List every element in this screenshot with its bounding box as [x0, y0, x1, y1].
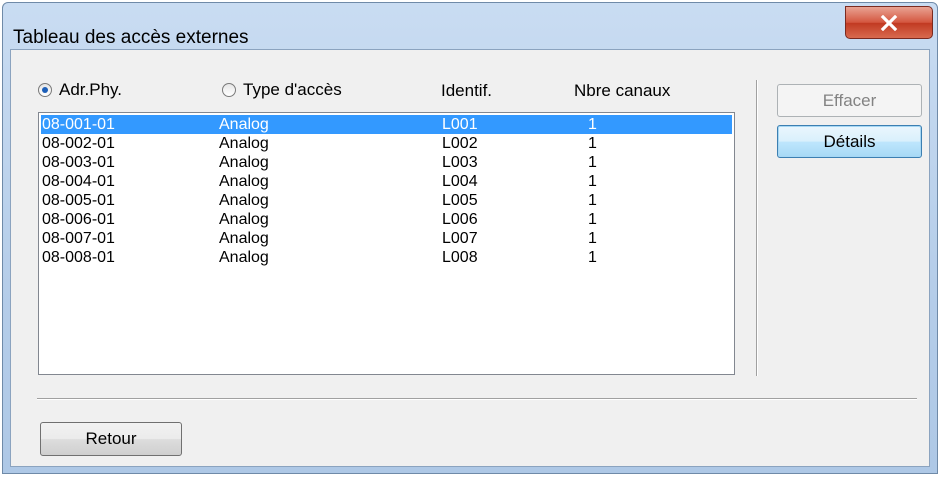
cell-identif: L001 — [442, 116, 478, 133]
cell-adr-phy: 08-002-01 — [42, 135, 115, 152]
cell-adr-phy: 08-001-01 — [42, 116, 115, 133]
list-item[interactable]: 08-008-01 Analog L008 1 — [41, 248, 732, 267]
cell-type-acces: Analog — [219, 135, 269, 152]
column-header-nbre-canaux: Nbre canaux — [574, 81, 671, 100]
retour-button[interactable]: Retour — [40, 422, 182, 456]
list-item[interactable]: 08-001-01 Analog L001 1 — [41, 115, 732, 134]
list-item[interactable]: 08-004-01 Analog L004 1 — [41, 172, 732, 191]
horizontal-divider — [37, 398, 917, 399]
dialog-window: Tableau des accès externes Adr.Phy. Type… — [2, 2, 938, 474]
cell-nbre-canaux: 1 — [588, 249, 597, 266]
cell-nbre-canaux: 1 — [588, 192, 597, 209]
close-icon — [880, 14, 898, 31]
cell-adr-phy: 08-007-01 — [42, 230, 115, 247]
close-button[interactable] — [845, 6, 933, 39]
window-title: Tableau des accès externes — [13, 27, 249, 48]
list-item[interactable]: 08-007-01 Analog L007 1 — [41, 229, 732, 248]
cell-identif: L005 — [442, 192, 478, 209]
cell-type-acces: Analog — [219, 230, 269, 247]
cell-adr-phy: 08-005-01 — [42, 192, 115, 209]
cell-type-acces: Analog — [219, 154, 269, 171]
cell-nbre-canaux: 1 — [588, 116, 597, 133]
cell-nbre-canaux: 1 — [588, 173, 597, 190]
cell-nbre-canaux: 1 — [588, 230, 597, 247]
cell-nbre-canaux: 1 — [588, 211, 597, 228]
cell-type-acces: Analog — [219, 173, 269, 190]
column-header-identif: Identif. — [441, 81, 493, 100]
details-button[interactable]: Détails — [777, 125, 922, 158]
effacer-button[interactable]: Effacer — [777, 84, 922, 117]
radio-type-acces-label: Type d'accès — [243, 80, 342, 99]
radio-type-acces[interactable]: Type d'accès — [222, 80, 342, 100]
cell-adr-phy: 08-006-01 — [42, 211, 115, 228]
cell-nbre-canaux: 1 — [588, 135, 597, 152]
cell-nbre-canaux: 1 — [588, 154, 597, 171]
cell-type-acces: Analog — [219, 249, 269, 266]
cell-identif: L004 — [442, 173, 478, 190]
radio-adr-phy-label: Adr.Phy. — [59, 80, 122, 99]
cell-identif: L002 — [442, 135, 478, 152]
radio-type-acces-indicator[interactable] — [222, 83, 236, 97]
radio-adr-phy[interactable]: Adr.Phy. — [38, 80, 122, 100]
cell-identif: L008 — [442, 249, 478, 266]
cell-identif: L003 — [442, 154, 478, 171]
cell-type-acces: Analog — [219, 116, 269, 133]
dialog-client-area: Adr.Phy. Type d'accès Identif. Nbre cana… — [10, 49, 930, 467]
cell-identif: L006 — [442, 211, 478, 228]
list-item[interactable]: 08-003-01 Analog L003 1 — [41, 153, 732, 172]
radio-adr-phy-indicator[interactable] — [38, 83, 52, 97]
cell-identif: L007 — [442, 230, 478, 247]
list-item[interactable]: 08-002-01 Analog L002 1 — [41, 134, 732, 153]
list-item[interactable]: 08-006-01 Analog L006 1 — [41, 210, 732, 229]
cell-adr-phy: 08-004-01 — [42, 173, 115, 190]
vertical-divider — [756, 80, 757, 376]
access-list[interactable]: 08-001-01 Analog L001 1 08-002-01 Analog… — [38, 112, 735, 375]
cell-adr-phy: 08-003-01 — [42, 154, 115, 171]
list-item[interactable]: 08-005-01 Analog L005 1 — [41, 191, 732, 210]
cell-adr-phy: 08-008-01 — [42, 249, 115, 266]
cell-type-acces: Analog — [219, 192, 269, 209]
cell-type-acces: Analog — [219, 211, 269, 228]
